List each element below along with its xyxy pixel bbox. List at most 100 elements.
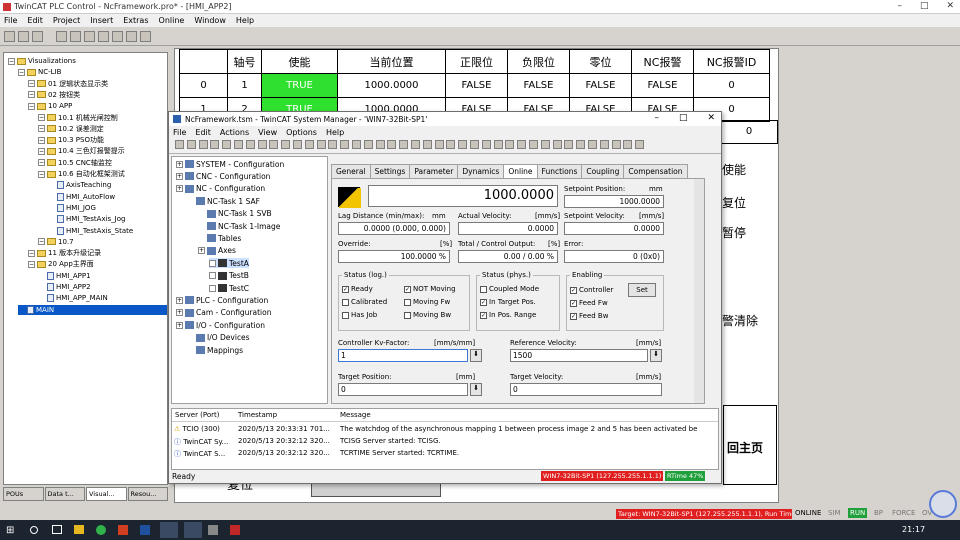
sm-tree-item[interactable]: + SYSTEM - Configuration (176, 159, 284, 169)
sm-tree-item[interactable]: Tables (198, 233, 241, 243)
tab-general[interactable]: General (331, 164, 371, 178)
sm-minimize-button[interactable]: – (654, 113, 659, 123)
kv-factor-input[interactable]: 1 (338, 349, 468, 362)
sm-toolbar-icon[interactable] (352, 140, 361, 149)
sm-tree-item[interactable]: + I/O - Configuration (176, 320, 265, 330)
sm-tree-item[interactable]: + Axes (198, 246, 236, 256)
tree-item[interactable]: − Visualizations (8, 56, 76, 66)
sm-toolbar-icon[interactable] (245, 140, 255, 149)
sm-menu-help[interactable]: Help (326, 128, 344, 137)
tree-item[interactable]: − 20 App主界面 (28, 259, 94, 269)
list-item[interactable]: ⓘ TwinCAT S... (174, 449, 225, 459)
tree-item[interactable]: HMI_TestAxis_State (48, 226, 133, 236)
sm-toolbar-icon[interactable] (363, 140, 373, 149)
menu-edit[interactable]: Edit (27, 16, 43, 25)
tree-item[interactable]: −MAIN (18, 304, 167, 315)
sm-toolbar-icon[interactable] (458, 140, 468, 149)
clear-alarm-button[interactable]: 警清除 (720, 307, 778, 333)
logout-icon[interactable] (70, 31, 81, 42)
sm-toolbar-icon[interactable] (411, 140, 420, 149)
expander-icon[interactable] (209, 259, 216, 267)
expander-icon[interactable]: − (38, 147, 45, 155)
tree-item[interactable]: −HMI_APP_MAIN (38, 293, 108, 303)
sm-tree-item[interactable]: NC-Task 1 SAF (187, 196, 260, 206)
expander-icon[interactable]: + (176, 172, 183, 180)
list-item[interactable]: ⚠ TCIO (300) (174, 425, 220, 433)
tree-item[interactable]: HMI_JOG (48, 203, 96, 213)
expander-icon[interactable]: − (38, 125, 45, 133)
sm-toolbar-icon[interactable] (340, 140, 350, 149)
sm-toolbar-icon[interactable] (517, 140, 527, 149)
step-icon[interactable] (126, 31, 137, 42)
expander-icon[interactable]: + (176, 160, 183, 168)
panel-scrollbar[interactable] (694, 179, 704, 403)
sm-tree-item[interactable]: NC-Task 1 SVB (198, 209, 272, 219)
tab-settings[interactable]: Settings (369, 164, 411, 178)
menu-help[interactable]: Help (236, 16, 254, 25)
expander-icon[interactable]: − (38, 238, 45, 246)
expander-icon[interactable]: − (18, 68, 25, 76)
sm-toolbar-icon[interactable] (576, 140, 586, 149)
sm-toolbar-icon[interactable] (304, 140, 314, 149)
sm-toolbar-icon[interactable] (481, 140, 491, 149)
sm-toolbar-icon[interactable] (422, 140, 432, 149)
expander-icon[interactable]: − (28, 249, 35, 257)
new-icon[interactable] (4, 31, 15, 42)
sm-tree-item[interactable]: + CNC - Configuration (176, 171, 270, 181)
enable-button[interactable]: 使能 (720, 156, 778, 182)
sm-tree-item[interactable]: TestB (209, 271, 249, 281)
sm-tree-item[interactable]: TestA (209, 258, 249, 269)
sm-toolbar-icon[interactable] (470, 140, 479, 149)
tree-item[interactable]: −HMI_APP1 (38, 271, 91, 281)
menu-online[interactable]: Online (159, 16, 185, 25)
tree-item[interactable]: − NC-LIB (18, 67, 61, 77)
find-icon[interactable] (140, 31, 151, 42)
sm-toolbar-icon[interactable] (599, 140, 609, 149)
expander-icon[interactable]: − (38, 136, 45, 144)
tree-item[interactable]: − 10.3 PSO功能 (38, 135, 104, 145)
menu-window[interactable]: Window (194, 16, 226, 25)
tab-dynamics[interactable]: Dynamics (457, 164, 505, 178)
chrome-icon[interactable] (96, 525, 106, 535)
sm-toolbar-icon[interactable] (293, 140, 302, 149)
tab-data-types[interactable]: Data t... (44, 487, 85, 501)
expander-icon[interactable]: − (38, 114, 45, 121)
login-icon[interactable] (56, 31, 67, 42)
object-tree[interactable]: − Visualizations − NC-LIB −01 逻辑状态显示类 −02 按钮类… (3, 52, 168, 485)
tab-resources[interactable]: Resou... (127, 487, 168, 501)
sm-toolbar-icon[interactable] (257, 140, 267, 149)
sm-menu-actions[interactable]: Actions (220, 128, 249, 137)
stop-icon[interactable] (98, 31, 109, 42)
sm-toolbar-icon[interactable] (635, 140, 645, 149)
sm-tree-item[interactable]: + Cam - Configuration (176, 308, 271, 318)
tree-item[interactable]: − 11 版本升级记录 (28, 248, 101, 258)
list-item[interactable]: ⓘ TwinCAT Sy... (174, 437, 228, 447)
sm-toolbar-icon[interactable] (623, 140, 633, 149)
tree-item[interactable]: − 10.2 误差测定 (38, 124, 104, 134)
sm-toolbar-icon[interactable] (269, 140, 279, 149)
tree-item[interactable]: −HMI_APP2 (38, 282, 91, 292)
expander-icon[interactable]: + (176, 296, 183, 304)
tab-visualizations[interactable]: Visual... (86, 487, 127, 501)
target-velocity-input[interactable]: 0 (510, 383, 662, 396)
tree-item[interactable]: − 10.5 CNC轴监控 (38, 158, 112, 168)
expander-icon[interactable]: − (28, 102, 35, 110)
sm-tree-item[interactable]: Mappings (187, 345, 243, 355)
pause-button[interactable]: 暂停 (720, 219, 778, 245)
sm-toolbar-icon[interactable] (175, 140, 184, 149)
explorer-icon[interactable] (74, 525, 84, 534)
refvel-download-icon[interactable]: ⬇ (650, 349, 662, 362)
tab-pous[interactable]: POUs (3, 487, 44, 501)
sm-toolbar-icon[interactable] (588, 140, 597, 149)
sm-toolbar-icon[interactable] (552, 140, 562, 149)
sm-toolbar-icon[interactable] (328, 140, 338, 149)
back-home-button[interactable]: 回主页 (727, 439, 763, 456)
minimize-button[interactable]: – (897, 1, 902, 11)
reset-button[interactable]: 复位 (720, 189, 778, 215)
open-icon[interactable] (18, 31, 29, 42)
sm-toolbar-icon[interactable] (281, 140, 291, 149)
sm-toolbar-icon[interactable] (446, 140, 456, 149)
tpos-download-icon[interactable]: ⬇ (470, 383, 482, 396)
tree-item[interactable]: − 02 按钮类 (28, 90, 80, 100)
app-icon-2[interactable] (140, 525, 150, 535)
